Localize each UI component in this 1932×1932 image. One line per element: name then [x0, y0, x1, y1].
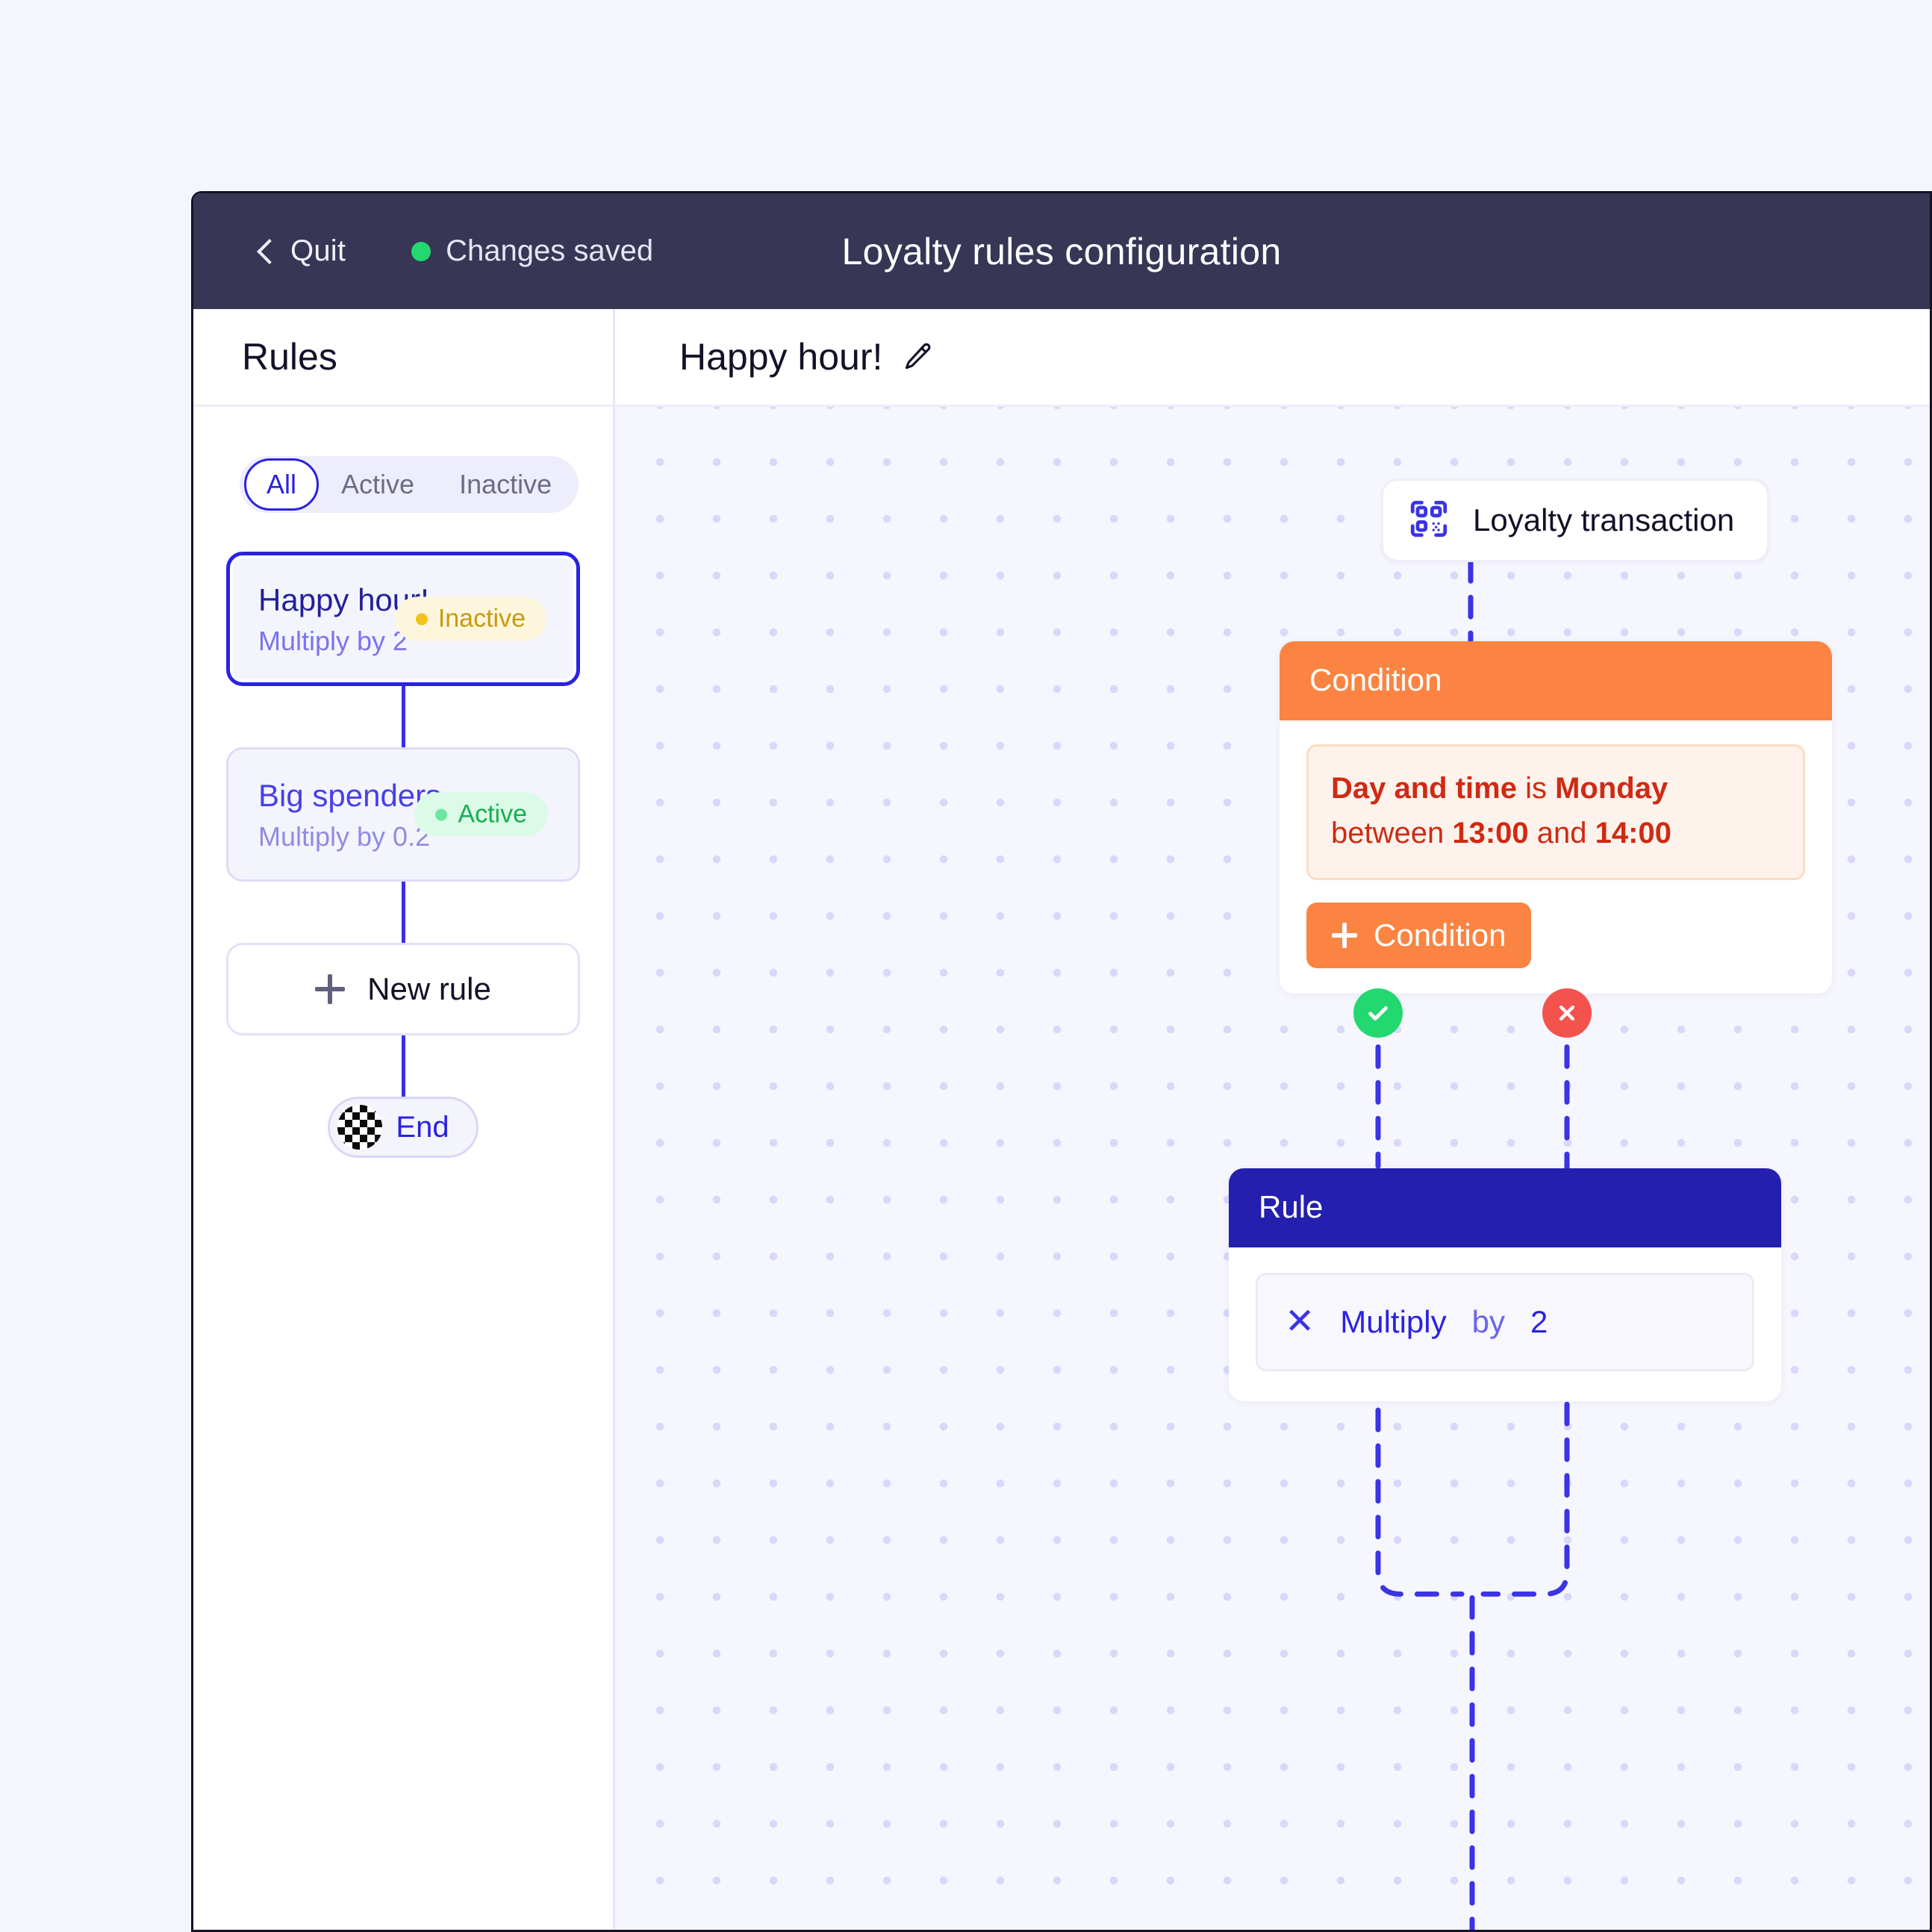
check-icon [1368, 1006, 1388, 1020]
trigger-label: Loyalty transaction [1473, 502, 1735, 537]
condition-false-badge[interactable] [1542, 988, 1592, 1038]
end-label: End [396, 1110, 449, 1144]
condition-field: Day and time [1331, 772, 1517, 805]
sidebar-connector [401, 882, 405, 943]
rule-node-header: Rule [1229, 1168, 1781, 1247]
rule-action-value: 2 [1530, 1304, 1548, 1339]
condition-node[interactable]: Condition Day and time is Monday between… [1280, 641, 1832, 994]
condition-expression[interactable]: Day and time is Monday between 13:00 and… [1306, 744, 1805, 880]
app-window: Quit Changes saved Loyalty rules configu… [191, 191, 1932, 1932]
condition-true-badge[interactable] [1353, 988, 1403, 1038]
add-condition-label: Condition [1374, 917, 1506, 953]
sidebar-connector [401, 686, 405, 747]
condition-value: Monday [1555, 772, 1668, 805]
rule-card-big-spenders[interactable]: Big spenders Multiply by 0.2 Active [226, 747, 580, 882]
rule-node[interactable]: Rule ✕ Multiply by 2 [1229, 1168, 1781, 1401]
plus-icon [315, 974, 346, 1004]
checkered-flag-icon [337, 1105, 383, 1150]
condition-time-from: 13:00 [1452, 817, 1529, 850]
status-badge: Active [414, 792, 548, 837]
rule-action-preposition: by [1471, 1304, 1505, 1339]
status-badge-label: Inactive [437, 604, 526, 633]
changes-saved-status: Changes saved [411, 234, 653, 268]
condition-between-label: between [1331, 817, 1445, 850]
status-dot-icon [415, 613, 428, 625]
qr-scan-icon [1407, 497, 1450, 544]
changes-saved-label: Changes saved [446, 234, 654, 267]
filter-inactive[interactable]: Inactive [437, 461, 574, 508]
pencil-icon[interactable] [902, 340, 935, 373]
filter-all[interactable]: All [244, 458, 320, 511]
flow-title: Happy hour! [679, 336, 883, 378]
canvas-header: Happy hour! [615, 309, 1930, 407]
sidebar-connector [401, 1035, 405, 1097]
condition-time-to: 14:00 [1595, 817, 1671, 850]
rule-card-happy-hour[interactable]: Happy hour! Multiply by 2 Inactive [226, 552, 580, 686]
chevron-left-icon [257, 238, 282, 264]
status-badge-label: Active [458, 800, 527, 829]
quit-button[interactable]: Quit [257, 234, 346, 268]
status-dot-icon [411, 241, 431, 261]
condition-and-label: and [1536, 817, 1587, 850]
canvas-column: Happy hour! Loyalty transaction Conditio… [615, 309, 1930, 1930]
quit-label: Quit [290, 234, 346, 267]
top-bar: Quit Changes saved Loyalty rules configu… [193, 193, 1930, 309]
sidebar-body: All Active Inactive Happy hour! Multiply… [193, 407, 613, 1158]
rule-filter-segmented-control: All Active Inactive [240, 456, 579, 513]
multiply-icon: ✕ [1285, 1302, 1315, 1342]
body-split: Rules All Active Inactive Happy hour! Mu… [193, 309, 1930, 1930]
rule-node-body: ✕ Multiply by 2 [1229, 1247, 1781, 1401]
plus-icon [1332, 923, 1357, 948]
flow-canvas[interactable]: Loyalty transaction Condition Day and ti… [615, 407, 1930, 1930]
sidebar: Rules All Active Inactive Happy hour! Mu… [193, 309, 615, 1930]
rule-action-row[interactable]: ✕ Multiply by 2 [1256, 1273, 1754, 1371]
end-node[interactable]: End [328, 1097, 479, 1158]
rule-action-label: Multiply [1340, 1304, 1447, 1339]
condition-body: Day and time is Monday between 13:00 and… [1280, 720, 1832, 994]
new-rule-label: New rule [367, 971, 491, 1006]
filter-active[interactable]: Active [319, 461, 437, 508]
close-icon [1559, 1005, 1575, 1021]
status-dot-icon [435, 808, 448, 820]
sidebar-header: Rules [193, 309, 613, 407]
condition-header: Condition [1280, 641, 1832, 720]
new-rule-button[interactable]: New rule [226, 943, 580, 1035]
status-badge: Inactive [394, 596, 546, 641]
condition-operator: is [1525, 772, 1547, 805]
sidebar-heading: Rules [242, 336, 337, 378]
trigger-node-loyalty-transaction[interactable]: Loyalty transaction [1381, 479, 1770, 562]
add-condition-button[interactable]: Condition [1306, 903, 1532, 968]
